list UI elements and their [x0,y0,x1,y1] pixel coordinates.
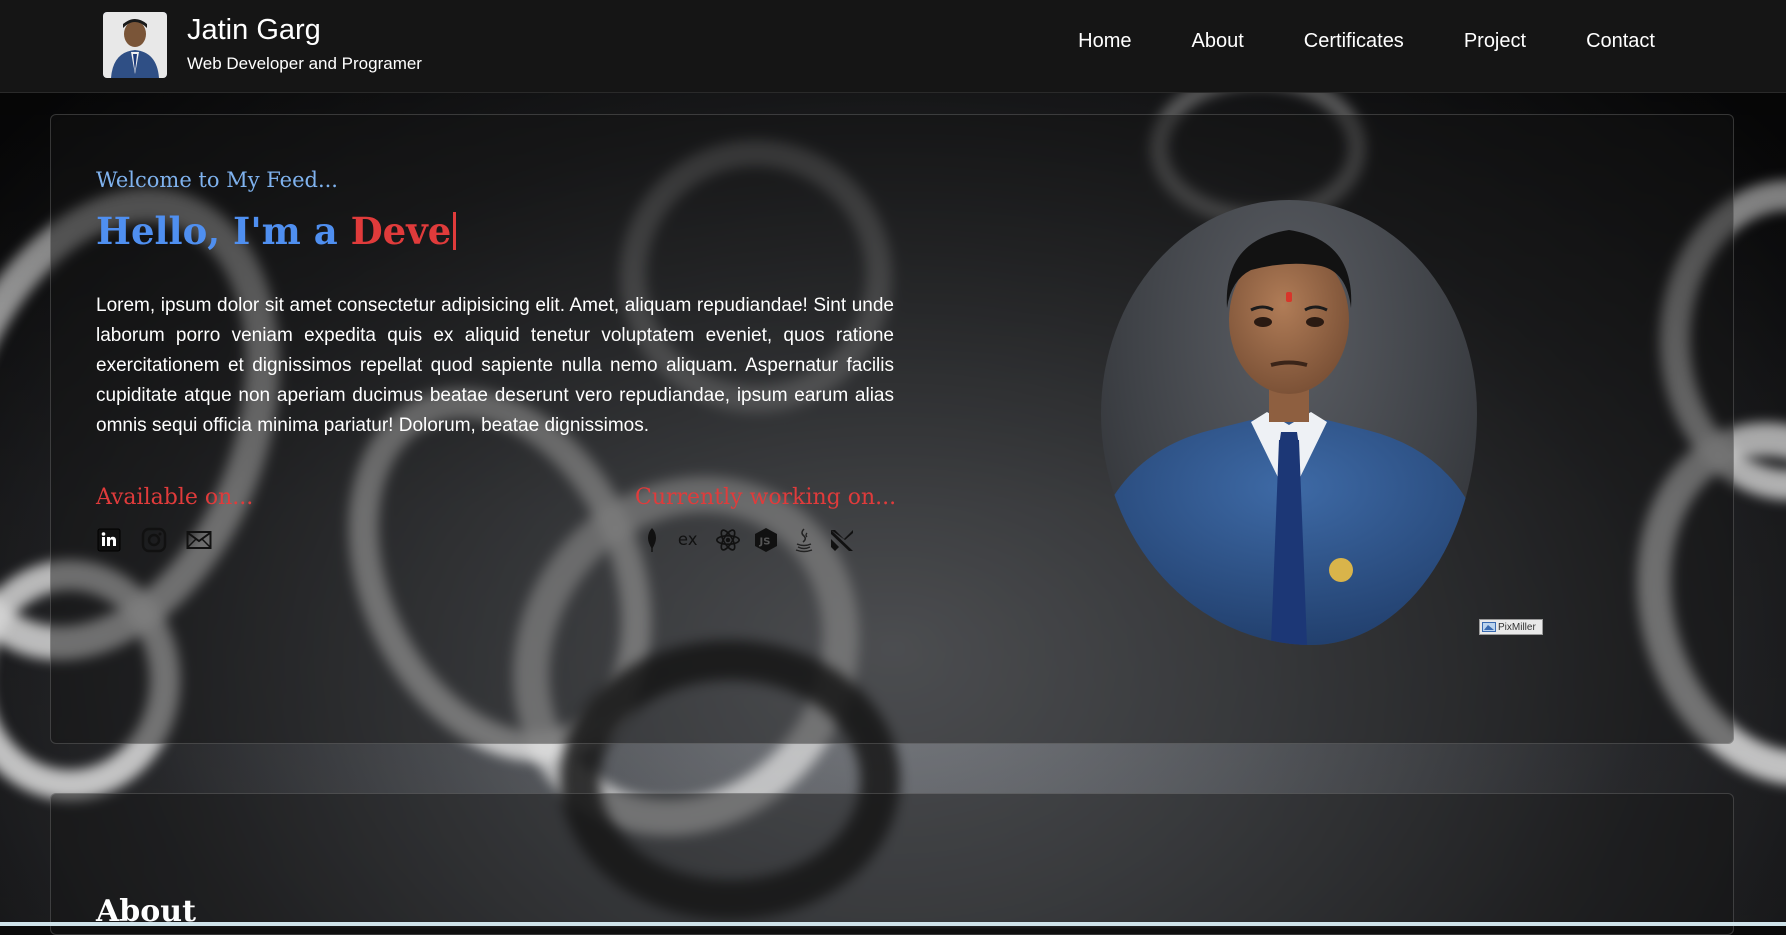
available-title: Available on... [96,485,254,510]
next-icon [829,527,855,553]
main-nav: Home About Certificates Project Contact [1078,30,1655,53]
intro-paragraph: Lorem, ipsum dolor sit amet consectetur … [96,295,894,436]
linkedin-icon[interactable] [96,527,122,553]
social-links [96,527,212,553]
site-header: Jatin Garg Web Developer and Programer H… [0,0,1786,93]
svg-text:ex: ex [678,530,698,549]
nav-home[interactable]: Home [1078,30,1131,53]
avatar[interactable] [103,12,167,78]
react-icon [715,527,741,553]
tech-stack: ex JS [639,527,855,553]
nodejs-icon: JS [753,527,779,553]
svg-text:JS: JS [759,537,771,548]
welcome-text: Welcome to My Feed... [96,168,338,192]
mongodb-icon [639,527,665,553]
nav-certificates[interactable]: Certificates [1304,30,1404,53]
brand-name: Jatin Garg [187,14,321,46]
nav-about[interactable]: About [1192,30,1244,53]
mail-icon[interactable] [186,527,212,553]
pixmiller-watermark: PixMiller [1479,619,1543,635]
about-card: About [50,793,1734,935]
nav-project[interactable]: Project [1464,30,1526,53]
nav-contact[interactable]: Contact [1586,30,1655,53]
typing-caret [453,212,457,250]
instagram-icon[interactable] [141,527,167,553]
brand-subtitle: Web Developer and Programer [187,54,422,73]
typed-text: Deve [350,209,452,253]
java-icon [791,527,817,553]
hero-card: Welcome to My Feed... Hello, I'm a Deve … [50,114,1734,744]
profile-photo [1101,200,1477,645]
bottom-edge [0,922,1786,926]
working-title: Currently working on... [635,485,897,510]
express-icon: ex [677,527,703,553]
hello-heading: Hello, I'm a Deve [96,209,457,253]
hello-prefix: Hello, I'm a [96,209,351,253]
